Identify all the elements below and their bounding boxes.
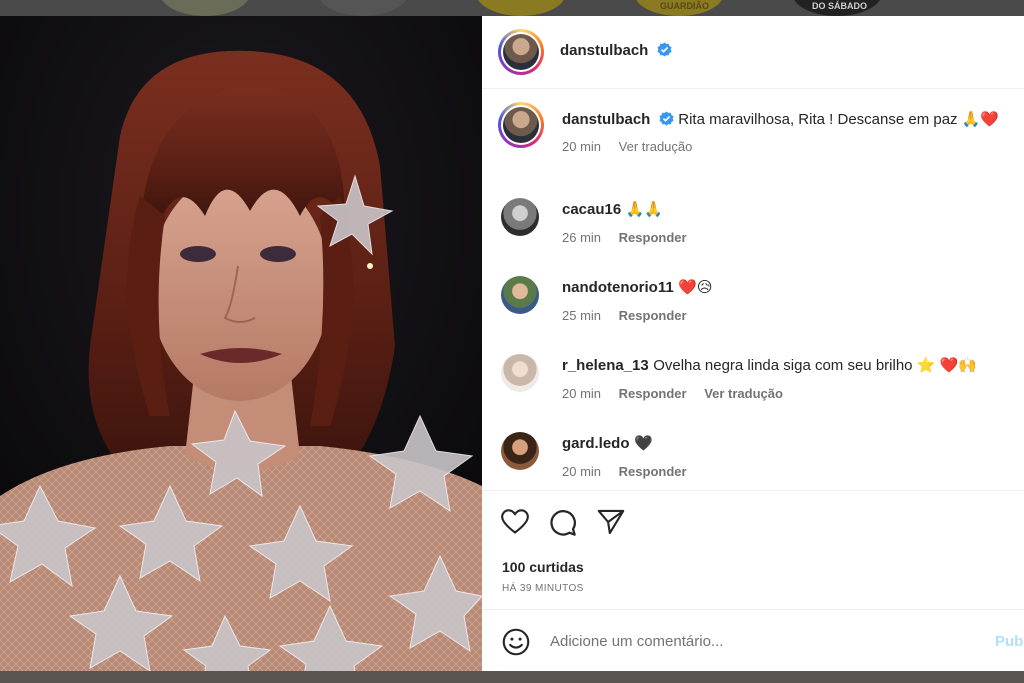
comment-avatar[interactable] (501, 276, 539, 314)
story-thumb[interactable] (318, 0, 408, 16)
story-label: GUARDIÃO (660, 1, 709, 11)
story-thumb[interactable] (160, 0, 250, 16)
verified-badge-icon (659, 111, 674, 126)
smiley-icon[interactable] (502, 628, 530, 656)
reply-button[interactable]: Responder (619, 230, 687, 245)
caption: danstulbach Rita maravilhosa, Rita ! Des… (482, 90, 1024, 168)
post-timestamp: HÁ 39 MINUTOS (502, 583, 584, 594)
heart-outline-icon[interactable] (501, 509, 529, 535)
comment-item: nandotenorio11 ❤️😥 25 min Responder (482, 258, 1024, 336)
comment-input[interactable] (550, 628, 970, 654)
likes-count[interactable]: 100 curtidas (502, 559, 584, 575)
story-label: DO SÁBADO (812, 1, 868, 11)
author-avatar[interactable] (498, 29, 544, 75)
comment-time: 25 min (562, 308, 602, 323)
translate-button[interactable]: Ver tradução (704, 386, 783, 401)
post-image (0, 16, 482, 671)
comment-text: ❤️😥 (678, 279, 713, 296)
caption-time: 20 min (562, 139, 602, 154)
paper-plane-icon[interactable] (597, 509, 625, 535)
comment-avatar[interactable] (501, 198, 539, 236)
comment-text: 🙏🙏 (625, 201, 664, 218)
comment-item: gard.ledo 🖤 20 min Responder (482, 414, 1024, 490)
background-stories-strip: GUARDIÃO DO SÁBADO (0, 0, 1024, 16)
verified-badge-icon (657, 42, 672, 57)
reply-button[interactable]: Responder (619, 308, 687, 323)
caption-avatar[interactable] (498, 102, 544, 148)
translate-button[interactable]: Ver tradução (619, 139, 693, 154)
comment-time: 26 min (562, 230, 602, 245)
comment-text: Ovelha negra linda siga com seu brilho ⭐… (653, 357, 977, 374)
comment-item: cacau16 🙏🙏 26 min Responder (482, 180, 1024, 258)
comment-username[interactable]: cacau16 (562, 201, 621, 218)
comments-list: danstulbach Rita maravilhosa, Rita ! Des… (482, 90, 1024, 490)
comment-time: 20 min (562, 464, 602, 479)
comment-username[interactable]: r_helena_13 (562, 357, 649, 374)
caption-username[interactable]: danstulbach (562, 111, 650, 128)
reply-button[interactable]: Responder (619, 464, 687, 479)
comment-username[interactable]: nandotenorio11 (562, 279, 674, 296)
comment-item: r_helena_13 Ovelha negra linda siga com … (482, 336, 1024, 414)
post-panel: danstulbach danstulbach Rita maravilhosa… (482, 16, 1024, 671)
caption-text: Rita maravilhosa, Rita ! Descanse em paz… (678, 111, 1000, 128)
comment-avatar[interactable] (501, 432, 539, 470)
speech-bubble-icon[interactable] (549, 509, 577, 537)
comment-time: 20 min (562, 386, 602, 401)
author-username[interactable]: danstulbach (560, 42, 648, 59)
comment-text: 🖤 (633, 435, 653, 452)
reply-button[interactable]: Responder (619, 386, 687, 401)
story-thumb[interactable] (476, 0, 566, 16)
publish-button[interactable]: Pub (995, 633, 1023, 650)
post-header: danstulbach (482, 16, 1024, 89)
comment-username[interactable]: gard.ledo (562, 435, 630, 452)
comment-composer: Pub (482, 609, 1024, 671)
comment-avatar[interactable] (501, 354, 539, 392)
